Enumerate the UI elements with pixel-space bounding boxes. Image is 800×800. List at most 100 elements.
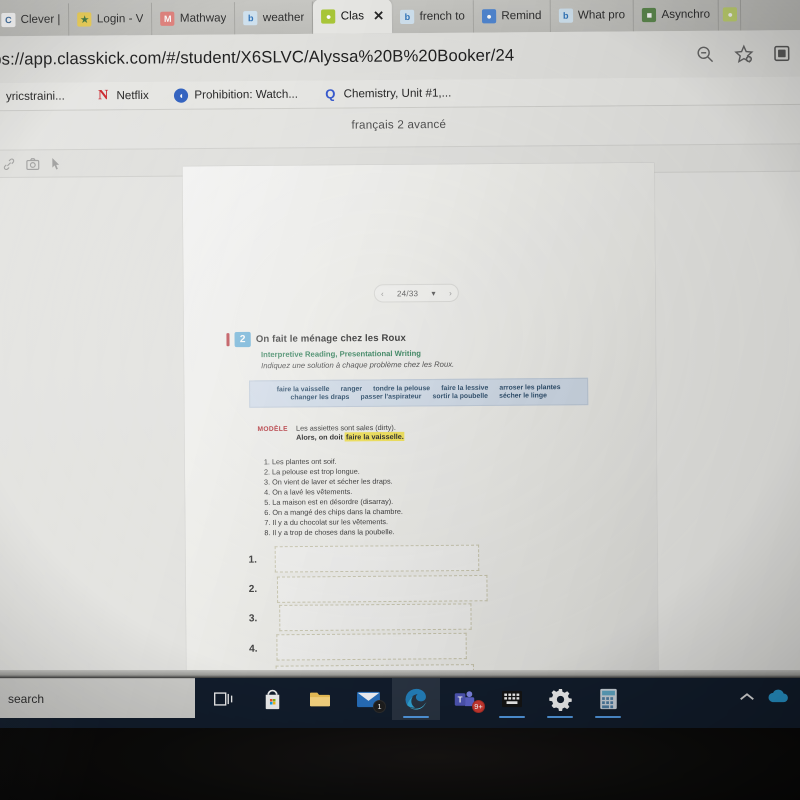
calculator-keypad-icon[interactable]	[488, 678, 536, 720]
answer-row: 3.	[249, 603, 614, 635]
login-icon: ★	[77, 12, 92, 27]
edge-icon: b	[558, 8, 573, 23]
settings-gear-icon[interactable]	[536, 678, 584, 720]
bookmark-item[interactable]: N Netflix	[96, 88, 149, 103]
bookmark-item[interactable]: ◖ Prohibition: Watch...	[174, 87, 299, 103]
tab-label: weather	[262, 11, 305, 25]
bookmark-label: yricstraini...	[5, 89, 65, 103]
answer-row: 4.	[249, 632, 614, 664]
mail-icon[interactable]: 1	[344, 678, 392, 720]
answer-number: 4.	[249, 643, 258, 655]
model-answer-prefix: Alors, on doit	[296, 432, 345, 442]
app-header: français 2 avancé	[0, 105, 800, 145]
tab-clever[interactable]: C Clever |	[0, 3, 70, 37]
teams-badge: 9+	[472, 700, 485, 713]
tab-what-pro[interactable]: b What pro	[550, 0, 635, 32]
model-label: MODÈLE	[257, 425, 288, 434]
tab-asynchro[interactable]: ■ Asynchro	[634, 0, 720, 32]
tab-extra[interactable]: ●	[719, 0, 742, 31]
search-input[interactable]: search	[0, 678, 195, 718]
page-indicator[interactable]: 24/33	[397, 289, 418, 298]
close-icon[interactable]: ✕	[373, 8, 384, 24]
mathway-icon: M	[160, 11, 175, 26]
bookmark-item[interactable]: yricstraini...	[0, 89, 65, 104]
tab-french[interactable]: b french to	[392, 0, 475, 34]
word-bank-term: sécher le linge	[499, 392, 547, 400]
onedrive-icon[interactable]	[766, 689, 792, 709]
search-placeholder: search	[8, 691, 45, 706]
prev-page-button[interactable]: ‹	[381, 289, 384, 298]
address-bar-actions	[694, 30, 798, 77]
add-favorite-star-icon[interactable]	[732, 43, 754, 65]
clever-icon: C	[1, 12, 16, 28]
word-bank-row: changer les draps passer l'aspirateur so…	[290, 392, 546, 401]
tab-label: Login - V	[96, 12, 144, 26]
tab-label: Clas	[340, 10, 365, 23]
teams-icon[interactable]: T 9+	[440, 678, 488, 720]
exercise-block: 2 On fait le ménage chez les Roux Interp…	[226, 329, 611, 370]
chevron-down-icon[interactable]: ▾	[431, 288, 435, 297]
answer-row: 1.	[248, 544, 613, 576]
answer-row: 2.	[249, 573, 614, 605]
edge-icon: b	[400, 9, 415, 25]
tab-mathway[interactable]: M Mathway	[152, 2, 236, 36]
classkick-icon: ●	[723, 7, 738, 22]
laptop-screen-photo: C Clever | ★ Login - V M Mathway b weath…	[0, 0, 800, 800]
file-explorer-icon[interactable]	[296, 678, 344, 720]
exercise-title: On fait le ménage chez les Roux	[255, 332, 406, 345]
teams-icon: ■	[642, 7, 657, 23]
address-bar[interactable]: tps://app.classkick.com/#/student/X6SLVC…	[0, 30, 800, 83]
quizlet-icon: Q	[325, 86, 336, 102]
zoom-out-icon[interactable]	[694, 43, 716, 65]
tab-login[interactable]: ★ Login - V	[69, 2, 153, 36]
word-bank-term: passer l'aspirateur	[360, 393, 422, 401]
bookmark-label: Prohibition: Watch...	[194, 88, 299, 102]
next-page-button[interactable]: ›	[449, 288, 452, 297]
collections-icon[interactable]	[771, 42, 793, 64]
exercise-skills: Interpretive Reading, Presentational Wri…	[260, 348, 422, 360]
tab-weather[interactable]: b weather	[235, 1, 314, 35]
bookmark-label: Chemistry, Unit #1,...	[343, 86, 452, 100]
word-bank-term: changer les draps	[290, 393, 350, 402]
word-bank-term: arroser les plantes	[499, 384, 561, 392]
tab-label: french to	[419, 10, 465, 23]
answer-number: 1.	[248, 554, 257, 566]
system-tray	[738, 678, 796, 720]
active-indicator	[499, 716, 525, 718]
classkick-icon: ●	[321, 9, 336, 24]
answer-input[interactable]	[279, 603, 472, 632]
word-bank-term: sortir la poubelle	[432, 392, 488, 401]
active-indicator	[595, 716, 621, 718]
calculator-icon[interactable]	[584, 678, 632, 720]
red-bar-decoration	[226, 333, 230, 347]
camera-icon[interactable]	[23, 154, 42, 173]
remind-icon: ●	[482, 9, 497, 24]
answer-number: 3.	[248, 613, 258, 625]
pointer-icon[interactable]	[46, 154, 65, 173]
show-hidden-icons-chevron[interactable]	[738, 690, 756, 708]
laptop-bezel: hp	[0, 728, 800, 800]
url-text[interactable]: tps://app.classkick.com/#/student/X6SLVC…	[0, 46, 514, 69]
bookmark-item[interactable]: Q Chemistry, Unit #1,...	[323, 86, 451, 101]
tab-classkick[interactable]: ● Clas ✕	[313, 0, 393, 34]
tab-label: What pro	[577, 9, 626, 22]
answer-input[interactable]	[276, 575, 488, 604]
tab-label: Remind	[501, 9, 542, 23]
exercise-header: 2 On fait le ménage chez les Roux	[226, 329, 611, 348]
page-navigation[interactable]: ‹ 24/33 ▾ ›	[373, 283, 459, 303]
task-view-icon[interactable]	[200, 678, 248, 720]
classkick-app: français 2 avancé ‹ 24/33 ▾ › 2 On fait …	[0, 104, 800, 687]
tab-label: Clever |	[20, 13, 61, 27]
prompt-list: 1. Les plantes ont soif. 2. La pelouse e…	[264, 455, 599, 538]
link-icon[interactable]	[0, 155, 19, 174]
pbs-icon: ◖	[174, 87, 189, 103]
page-title: français 2 avancé	[351, 118, 447, 132]
answer-input[interactable]	[274, 544, 480, 573]
microsoft-store-icon[interactable]	[248, 678, 296, 720]
answer-input[interactable]	[276, 632, 467, 661]
edge-icon[interactable]	[392, 678, 440, 720]
taskbar-icons: 1 T 9+	[200, 678, 632, 720]
edge-icon: b	[243, 11, 258, 26]
tab-remind[interactable]: ● Remind	[473, 0, 551, 33]
answer-number: 2.	[248, 584, 258, 596]
